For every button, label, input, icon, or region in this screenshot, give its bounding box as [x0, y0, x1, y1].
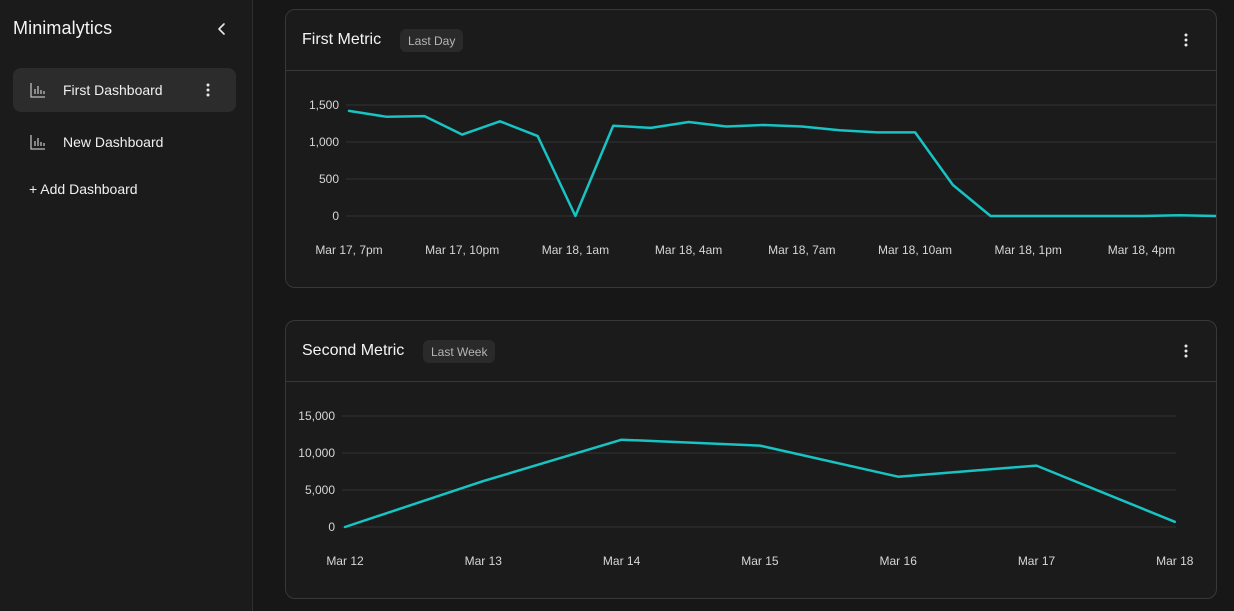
y-tick-label: 0	[332, 209, 339, 223]
card-title: First Metric	[302, 31, 382, 48]
dashboard-nav: First Dashboard New Dashboard	[13, 68, 236, 172]
sidebar-item-first-dashboard[interactable]: First Dashboard	[13, 68, 236, 112]
more-vertical-icon	[1184, 33, 1188, 47]
series-line	[347, 109, 1216, 218]
second-metric-chart: 15,000 10,000 5,000 0 Mar 12 Mar 13 Mar 14 Mar …	[298, 409, 1194, 568]
app-brand: Minimalytics	[13, 18, 113, 38]
x-tick-label: Mar 14	[603, 554, 641, 568]
x-tick-label: Mar 17, 10pm	[425, 243, 499, 257]
x-tick-label: Mar 18, 10am	[878, 243, 952, 257]
time-range-badge: Last Week	[423, 340, 496, 363]
x-tick-label: Mar 16	[880, 554, 918, 568]
sidebar-item-label: First Dashboard	[63, 82, 163, 98]
x-tick-label: Mar 13	[465, 554, 503, 568]
card-header: Second Metric Last Week	[286, 321, 1216, 382]
collapse-sidebar-button[interactable]	[212, 19, 232, 39]
y-tick-label: 0	[328, 520, 335, 534]
card-options-button[interactable]	[1176, 341, 1196, 361]
x-tick-label: Mar 18, 1pm	[995, 243, 1062, 257]
metric-card-first: First Metric Last Day 1,500 1,000 500 0 Mar …	[285, 9, 1217, 288]
sidebar-item-label: New Dashboard	[63, 134, 164, 150]
x-tick-label: Mar 12	[326, 554, 364, 568]
y-tick-label: 5,000	[305, 483, 335, 497]
x-tick-label: Mar 18, 4pm	[1108, 243, 1175, 257]
y-tick-label: 1,500	[309, 98, 339, 112]
x-tick-label: Mar 17	[1018, 554, 1056, 568]
x-tick-label: Mar 18, 7am	[768, 243, 835, 257]
y-tick-label: 500	[319, 172, 339, 186]
main-content: First Metric Last Day 1,500 1,000 500 0 Mar …	[253, 0, 1234, 611]
y-tick-label: 15,000	[298, 409, 335, 423]
metric-card-second: Second Metric Last Week 15,000 10,000 5,00…	[285, 320, 1217, 599]
chevron-left-icon	[218, 23, 225, 35]
y-tick-label: 10,000	[298, 446, 335, 460]
sidebar-item-new-dashboard[interactable]: New Dashboard	[13, 120, 236, 164]
add-dashboard-button[interactable]: + Add Dashboard	[29, 181, 138, 197]
x-tick-label: Mar 15	[741, 554, 779, 568]
card-options-button[interactable]	[1176, 30, 1196, 50]
x-tick-label: Mar 18	[1156, 554, 1194, 568]
x-tick-label: Mar 18, 4am	[655, 243, 722, 257]
bar-chart-icon	[29, 133, 47, 151]
bar-chart-icon	[29, 81, 47, 99]
first-metric-chart: 1,500 1,000 500 0 Mar 17, 7pm Mar 17, 10pm Mar…	[309, 98, 1216, 257]
x-tick-label: Mar 17, 7pm	[315, 243, 382, 257]
card-header: First Metric Last Day	[286, 10, 1216, 71]
app-root: Minimalytics First Dashboard New Dashboa…	[0, 0, 1234, 611]
more-vertical-icon	[206, 83, 210, 97]
y-tick-label: 1,000	[309, 135, 339, 149]
dashboard-options-button[interactable]	[198, 80, 218, 100]
card-title: Second Metric	[302, 342, 405, 359]
time-range-badge: Last Day	[400, 29, 464, 52]
more-vertical-icon	[1184, 344, 1188, 358]
sidebar: Minimalytics First Dashboard New Dashboa…	[0, 0, 253, 611]
x-tick-label: Mar 18, 1am	[542, 243, 609, 257]
